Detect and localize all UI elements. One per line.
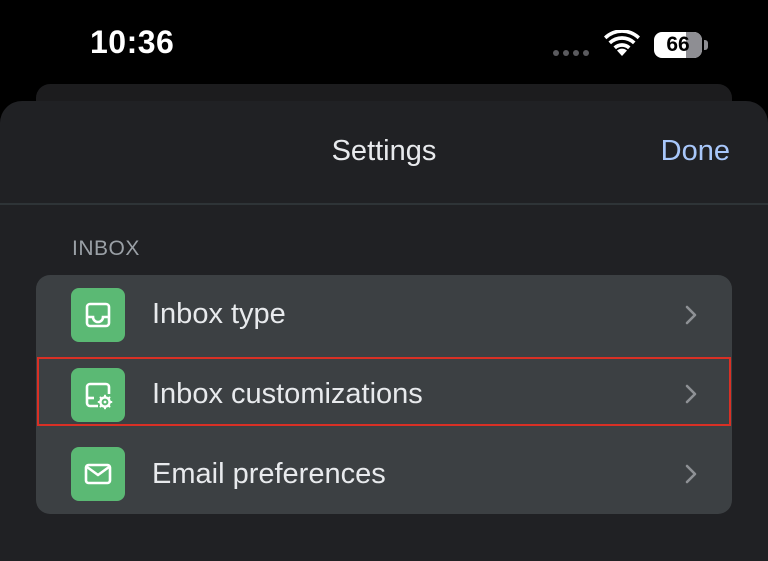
done-button[interactable]: Done [661, 135, 730, 168]
wifi-icon [604, 30, 640, 56]
screen: 10:36 66 Settings Done INBOX Inbox type … [0, 0, 768, 561]
status-bar: 10:36 66 [0, 0, 768, 84]
sheet-title: Settings [331, 135, 437, 167]
sheet-header: Settings Done [0, 101, 768, 205]
envelope-icon [71, 447, 125, 502]
section-label-inbox: INBOX [72, 237, 140, 260]
chevron-right-icon [685, 464, 697, 484]
row-inbox-customizations[interactable]: Inbox customizations [36, 355, 732, 435]
row-email-preferences[interactable]: Email preferences [36, 434, 732, 514]
settings-sheet: Settings Done INBOX Inbox type Inbox cus… [0, 101, 768, 561]
row-label-email-preferences: Email preferences [152, 457, 386, 490]
row-inbox-type[interactable]: Inbox type [36, 275, 732, 355]
inbox-settings-group: Inbox type Inbox customizations Email pr… [36, 275, 732, 514]
battery-level: 66 [666, 33, 690, 56]
status-time: 10:36 [90, 24, 175, 60]
row-label-inbox-customizations: Inbox customizations [152, 377, 423, 410]
cellular-dots-icon [553, 50, 589, 56]
inbox-tray-icon [71, 288, 125, 342]
row-label-inbox-type: Inbox type [152, 298, 286, 331]
inbox-settings-icon [71, 367, 125, 422]
battery-icon: 66 [654, 32, 702, 58]
chevron-right-icon [685, 305, 697, 325]
battery-nub [704, 40, 708, 50]
chevron-right-icon [685, 385, 697, 404]
